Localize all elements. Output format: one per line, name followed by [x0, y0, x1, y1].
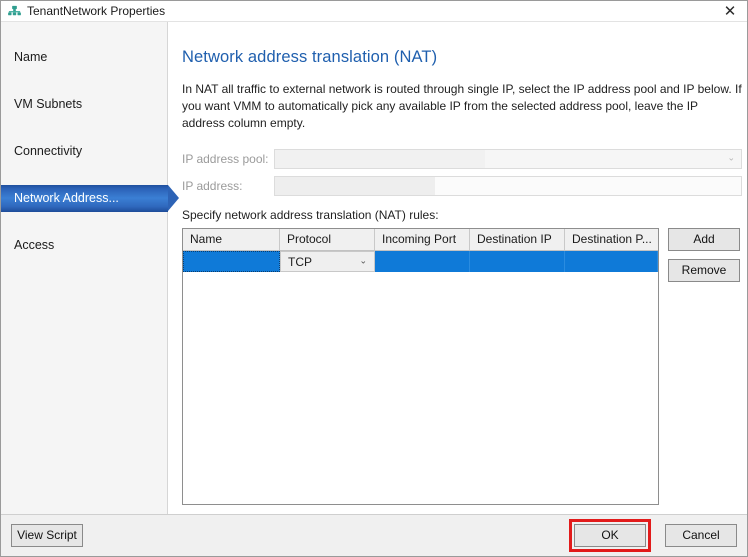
chevron-down-icon: ⌄ [359, 256, 367, 266]
sidebar-item-label: Network Address... [14, 191, 119, 205]
ok-button[interactable]: OK [574, 524, 646, 547]
window-title: TenantNetwork Properties [27, 4, 166, 18]
ip-address-pool-label: IP address pool: [182, 152, 269, 166]
sidebar-item-connectivity[interactable]: Connectivity [1, 138, 167, 165]
sidebar-item-label: Name [14, 50, 48, 64]
properties-dialog: TenantNetwork Properties ✕ Name VM Subne… [0, 0, 748, 557]
cell-incoming-port[interactable] [375, 251, 470, 272]
cell-destination-ip[interactable] [470, 251, 565, 272]
column-header-protocol[interactable]: Protocol [280, 229, 375, 250]
column-header-incoming-port[interactable]: Incoming Port [375, 229, 470, 250]
view-script-button[interactable]: View Script [11, 524, 83, 547]
add-button[interactable]: Add [668, 228, 740, 251]
disabled-fill [275, 150, 485, 168]
grid-action-buttons: Add Remove [668, 228, 740, 282]
grid-empty-body[interactable] [183, 272, 658, 504]
page-description: In NAT all traffic to external network i… [182, 82, 742, 130]
sidebar-item-label: Access [14, 238, 55, 252]
cell-protocol-select[interactable]: TCP ⌄ [280, 251, 375, 272]
title-bar: TenantNetwork Properties ✕ [1, 1, 747, 21]
footer-actions: OK Cancel [569, 519, 737, 552]
cancel-button[interactable]: Cancel [665, 524, 737, 547]
close-icon[interactable]: ✕ [713, 1, 747, 22]
sidebar-item-access[interactable]: Access [1, 232, 167, 259]
ip-address-pool-row: IP address pool: ⌄ [182, 149, 742, 169]
network-icon [6, 3, 22, 19]
ok-button-highlight: OK [569, 519, 651, 552]
sidebar: Name VM Subnets Connectivity Network Add… [1, 22, 179, 514]
cell-name[interactable] [183, 251, 280, 272]
sidebar-item-network-address[interactable]: Network Address... [1, 185, 179, 212]
chevron-down-icon: ⌄ [727, 153, 735, 164]
sidebar-item-label: Connectivity [14, 144, 83, 158]
column-header-destination-port[interactable]: Destination P... [565, 229, 658, 250]
ip-address-label: IP address: [182, 179, 243, 193]
sidebar-item-vm-subnets[interactable]: VM Subnets [1, 91, 167, 118]
sidebar-item-label: VM Subnets [14, 97, 83, 111]
ip-address-pool-select[interactable]: ⌄ [274, 149, 742, 169]
protocol-value: TCP [288, 254, 312, 269]
rules-caption: Specify network address translation (NAT… [182, 208, 439, 222]
column-header-destination-ip[interactable]: Destination IP [470, 229, 565, 250]
main-content: Network address translation (NAT) In NAT… [168, 22, 747, 514]
dialog-body: Name VM Subnets Connectivity Network Add… [1, 21, 747, 514]
nat-rules-grid[interactable]: Name Protocol Incoming Port Destination … [182, 228, 659, 505]
sidebar-item-name[interactable]: Name [1, 44, 167, 71]
table-row[interactable]: TCP ⌄ [183, 251, 658, 272]
grid-header: Name Protocol Incoming Port Destination … [183, 229, 658, 251]
column-header-name[interactable]: Name [183, 229, 280, 250]
disabled-fill [275, 177, 435, 195]
page-title: Network address translation (NAT) [182, 48, 438, 66]
cell-destination-port[interactable] [565, 251, 658, 272]
dialog-footer: View Script OK Cancel [1, 514, 747, 556]
ip-address-row: IP address: [182, 176, 742, 196]
ip-address-input[interactable] [274, 176, 742, 196]
remove-button[interactable]: Remove [668, 259, 740, 282]
rules-grid-area: Name Protocol Incoming Port Destination … [182, 228, 742, 505]
